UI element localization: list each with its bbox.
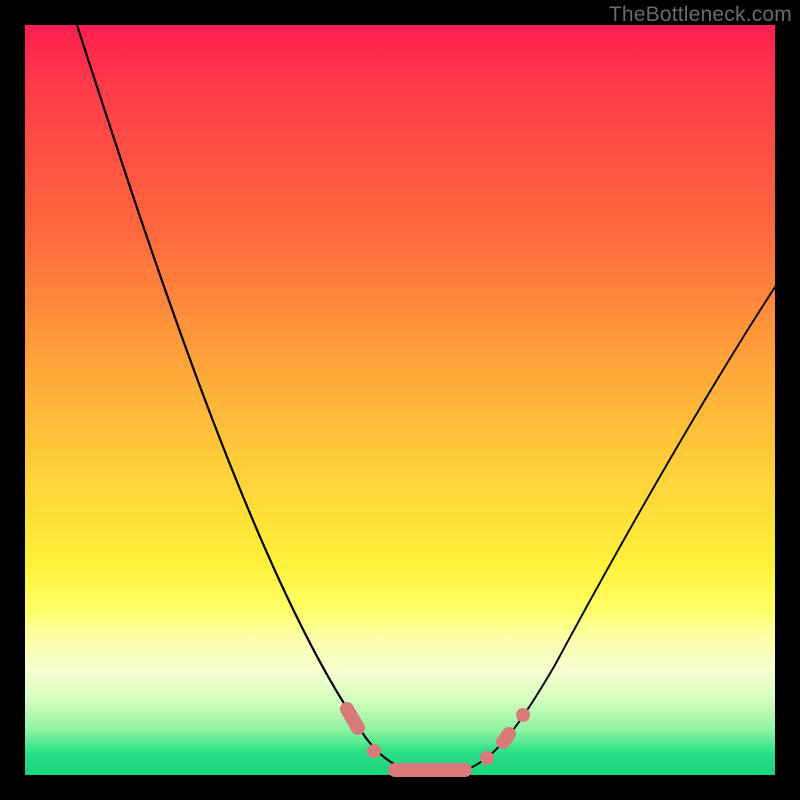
bead-left-lower [367,744,381,758]
watermark-text: TheBottleneck.com [609,3,792,27]
bead-left-upper-capsule [347,709,358,728]
bead-right-lower [480,751,494,765]
bead-right-capsule [503,734,509,742]
bead-right-upper [516,708,530,722]
curve-right-branch [465,287,775,770]
curve-svg [25,25,775,775]
chart-frame: TheBottleneck.com [0,0,800,800]
curve-left-branch [77,25,405,769]
plot-area [25,25,775,775]
